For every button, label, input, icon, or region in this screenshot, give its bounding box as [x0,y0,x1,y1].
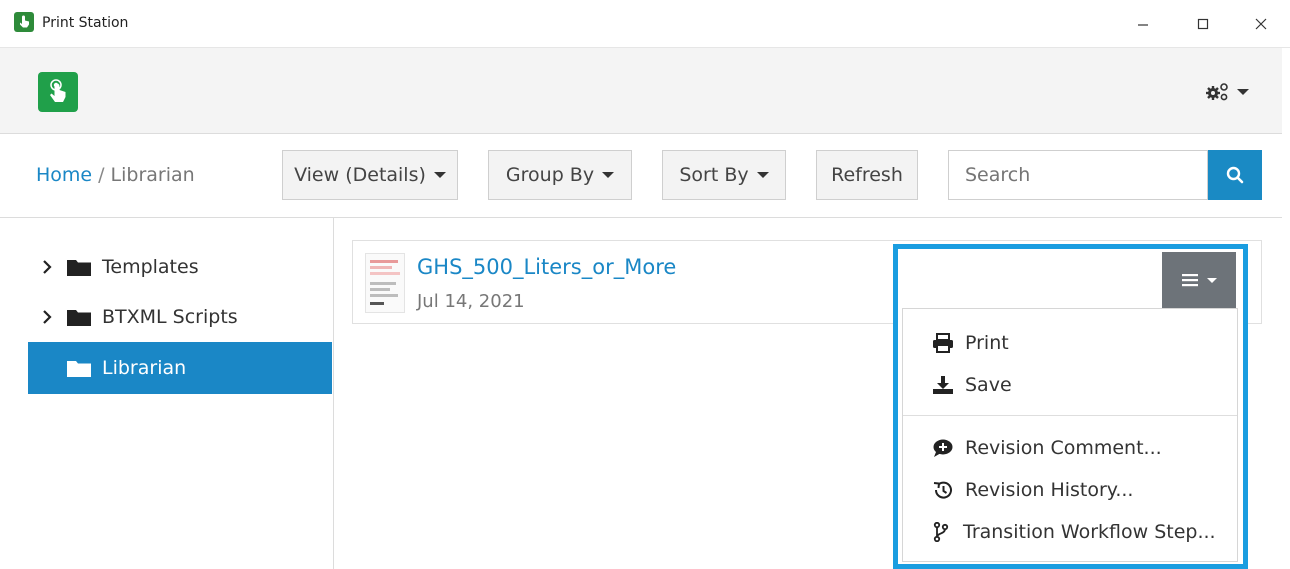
folder-tree-sidebar: Templates BTXML Scripts Librarian [0,218,334,569]
history-icon [931,480,955,500]
view-button-label: View (Details) [294,164,426,186]
toolbar: Home / Librarian View (Details) Group By S… [0,134,1282,218]
sidebar-item-btxml-scripts[interactable]: BTXML Scripts [28,292,332,342]
breadcrumb-separator: / [98,164,105,186]
document-date: Jul 14, 2021 [417,291,525,312]
chevron-down-icon [433,172,446,178]
breadcrumb-home-link[interactable]: Home [36,164,92,186]
touch-hand-icon [50,79,66,102]
menu-item-save[interactable]: Save [931,367,1012,403]
document-thumbnail[interactable] [365,253,405,313]
chevron-down-icon [1237,89,1249,95]
folder-icon [66,358,92,378]
menu-item-label: Transition Workflow Step... [963,521,1216,543]
sidebar-item-label: Templates [102,256,199,278]
breadcrumb: Home / Librarian [36,164,195,186]
sidebar-item-label: Librarian [102,357,187,379]
menu-item-label: Revision History... [965,479,1134,501]
document-actions-menu: Print Save Revision Comment... Revision … [902,308,1238,562]
chevron-right-icon[interactable] [34,310,60,324]
menu-item-label: Save [965,374,1012,396]
minimize-icon [1138,24,1148,26]
search-icon [1226,166,1244,184]
menu-item-revision-history[interactable]: Revision History... [931,472,1133,508]
group-by-dropdown-button[interactable]: Group By [488,150,632,200]
group-by-button-label: Group By [505,164,595,186]
document-title-link[interactable]: GHS_500_Liters_or_More [417,255,676,279]
minimize-button[interactable] [1120,8,1166,40]
app-header [0,48,1282,134]
sort-by-dropdown-button[interactable]: Sort By [662,150,786,200]
gears-icon [1206,83,1228,101]
printer-icon [931,333,955,353]
menu-item-print[interactable]: Print [931,325,1009,361]
maximize-button[interactable] [1180,8,1226,40]
chevron-down-icon [602,172,615,178]
workflow-branch-icon [929,522,953,542]
search-button[interactable] [1208,150,1262,200]
menu-item-revision-comment[interactable]: Revision Comment... [931,430,1162,466]
menu-item-label: Print [965,332,1009,354]
sidebar-item-templates[interactable]: Templates [28,242,332,292]
app-window-icon [14,12,34,32]
hamburger-icon [1182,274,1198,287]
menu-item-label: Revision Comment... [965,437,1162,459]
search-input[interactable] [948,150,1208,200]
view-dropdown-button[interactable]: View (Details) [282,150,458,200]
settings-menu-button[interactable] [1195,76,1259,108]
window-titlebar: Print Station [0,0,1290,48]
menu-item-transition-workflow-step[interactable]: Transition Workflow Step... [929,514,1216,550]
refresh-button-label: Refresh [831,164,903,186]
sidebar-item-librarian[interactable]: Librarian [28,342,332,394]
folder-icon [66,307,92,327]
maximize-icon [1197,18,1209,30]
download-icon [931,375,955,395]
print-station-logo[interactable] [38,72,78,112]
menu-divider [903,415,1237,416]
chevron-right-icon[interactable] [34,260,60,274]
sort-by-button-label: Sort By [679,164,749,186]
sidebar-item-label: BTXML Scripts [102,306,238,328]
chevron-down-icon [756,172,769,178]
document-actions-menu-button[interactable] [1162,252,1236,308]
close-icon [1255,18,1267,30]
breadcrumb-current: Librarian [110,164,195,186]
refresh-button[interactable]: Refresh [816,150,918,200]
folder-icon [66,257,92,277]
window-title: Print Station [42,15,129,31]
close-button[interactable] [1238,8,1284,40]
chevron-down-icon [1207,277,1217,283]
comment-plus-icon [931,438,955,458]
